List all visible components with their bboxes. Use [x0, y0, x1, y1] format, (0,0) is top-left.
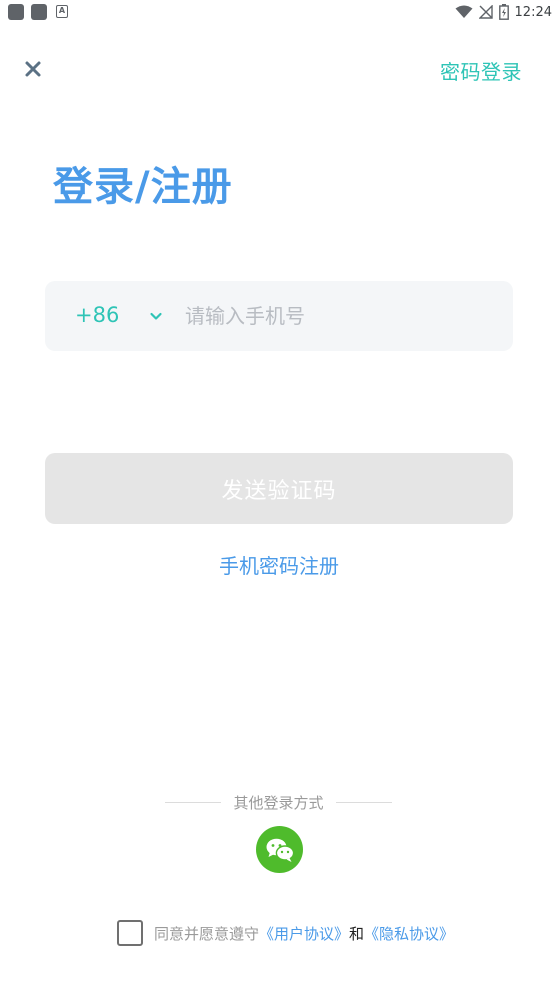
divider-line: [335, 801, 392, 803]
wechat-login-button[interactable]: [256, 826, 303, 873]
login-screen: A 12:24 密码登录 登录/注册 +86 请输入手机号 发送验证码 手机密码…: [0, 0, 558, 992]
divider-line: [165, 801, 221, 803]
close-button[interactable]: [20, 56, 46, 82]
privacy-agreement-link[interactable]: 《隐私协议》: [364, 923, 454, 944]
user-agreement-link[interactable]: 《用户协议》: [259, 923, 349, 944]
other-login-label: 其他登录方式: [233, 793, 324, 812]
password-login-link[interactable]: 密码登录: [440, 56, 522, 85]
wechat-icon: [266, 838, 294, 862]
battery-icon: [498, 4, 509, 20]
status-time: 12:24: [514, 4, 552, 20]
no-signal-icon: [478, 5, 493, 19]
agreement-row: 同意并愿意遵守 《用户协议》 和 《隐私协议》: [117, 919, 454, 947]
country-code-selector[interactable]: +86: [75, 303, 119, 327]
send-code-button[interactable]: 发送验证码: [45, 453, 513, 524]
agreement-checkbox[interactable]: [117, 920, 143, 946]
app-icon: [8, 4, 24, 20]
status-right: 12:24: [455, 2, 552, 22]
close-icon: [25, 61, 41, 77]
status-bar: A 12:24: [0, 0, 558, 24]
a-icon: A: [56, 5, 68, 18]
phone-number-input[interactable]: [185, 293, 495, 339]
app-icon: [31, 4, 47, 20]
phone-input-box: +86: [45, 281, 513, 351]
chevron-down-icon[interactable]: [148, 308, 164, 324]
other-login-divider: 其他登录方式: [165, 792, 392, 812]
wifi-icon: [455, 5, 473, 18]
agreement-prefix: 同意并愿意遵守: [154, 924, 260, 943]
phone-password-register-link[interactable]: 手机密码注册: [0, 550, 558, 579]
page-title: 登录/注册: [53, 164, 233, 210]
agreement-and: 和: [349, 924, 365, 943]
